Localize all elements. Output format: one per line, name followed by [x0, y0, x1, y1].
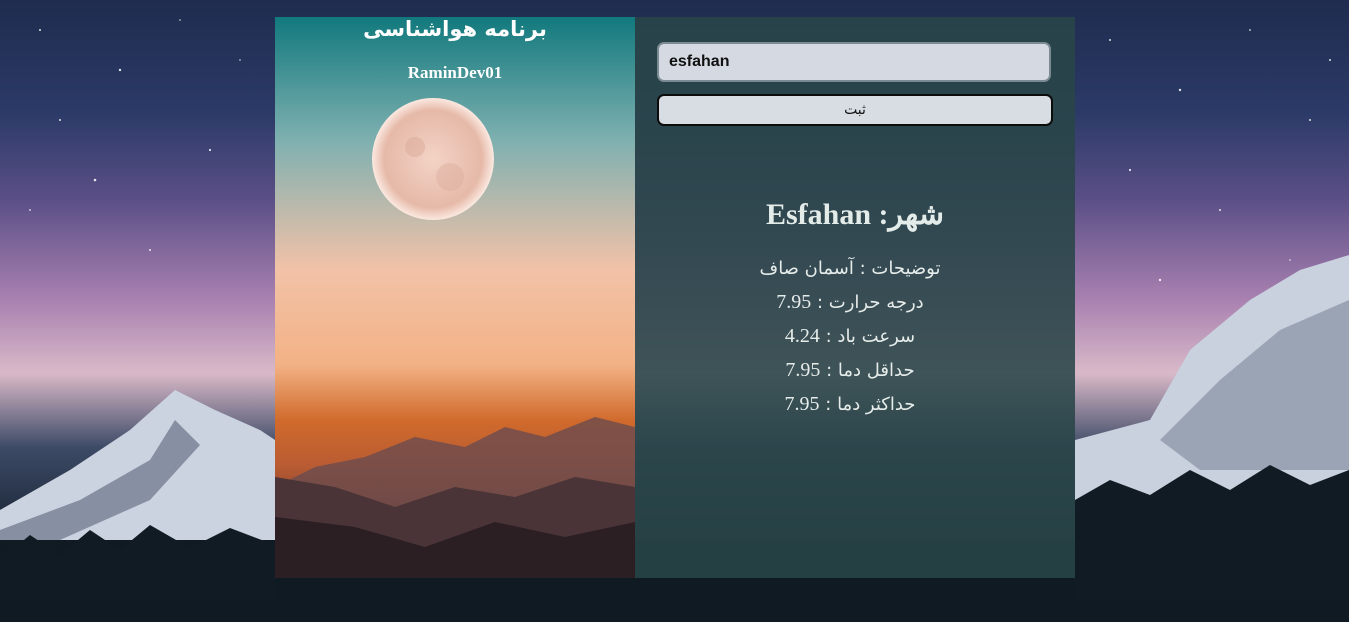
city-label: شهر	[888, 198, 945, 231]
city-heading: شهر: Esfahan	[635, 197, 1075, 232]
weather-info-panel: ثبت شهر: Esfahan توضیحات : آسمان صاف درج…	[635, 17, 1075, 578]
min-temp-label: حداقل دما	[837, 360, 915, 381]
wind-value: 4.24	[784, 325, 820, 347]
max-temp-row: حداکثر دما : 7.95	[784, 393, 916, 415]
wind-row: سرعت باد : 4.24	[784, 325, 916, 347]
city-search-input[interactable]	[657, 42, 1051, 82]
submit-button[interactable]: ثبت	[657, 94, 1053, 126]
temperature-label: درجه حرارت	[828, 292, 924, 313]
weather-card: برنامه هواشناسی RaminDev01 ثبت شهر: Esfa…	[275, 17, 1075, 578]
city-separator: :	[871, 198, 889, 231]
city-name: Esfahan	[765, 198, 871, 231]
app-title: برنامه هواشناسی	[363, 17, 547, 41]
min-temp-value: 7.95	[785, 359, 821, 381]
moon	[372, 98, 494, 220]
description-label: توضیحات	[871, 258, 941, 279]
moon-landscape-art	[275, 17, 635, 578]
max-temp-label: حداکثر دما	[837, 394, 916, 415]
moon-landscape-panel: برنامه هواشناسی RaminDev01	[275, 17, 635, 578]
wind-label: سرعت باد	[837, 326, 916, 347]
temperature-row: درجه حرارت : 7.95	[776, 291, 924, 313]
min-temp-row: حداقل دما : 7.95	[785, 359, 915, 381]
temperature-value: 7.95	[776, 291, 812, 313]
author-name: RaminDev01	[407, 63, 503, 82]
max-temp-value: 7.95	[784, 393, 820, 415]
description-row: توضیحات : آسمان صاف	[759, 258, 941, 279]
description-value: آسمان صاف	[759, 258, 854, 279]
